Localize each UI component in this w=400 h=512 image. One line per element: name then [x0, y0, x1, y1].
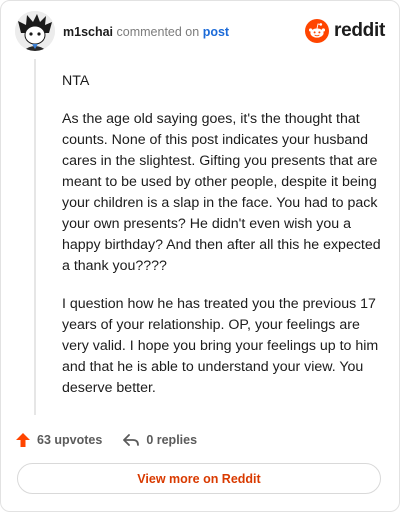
action-text: commented on	[116, 25, 200, 39]
comment-body: NTA As the age old saying goes, it's the…	[62, 71, 382, 416]
comment-actions: 63 upvotes 0 replies	[15, 429, 197, 451]
comment-embed-card: m1schai commented on post reddit NTA As …	[0, 0, 400, 512]
avatar-icon	[15, 11, 55, 51]
view-more-button[interactable]: View more on Reddit	[17, 463, 381, 494]
username[interactable]: m1schai	[63, 25, 113, 39]
post-link[interactable]: post	[203, 25, 229, 39]
author-line: m1schai commented on post	[63, 25, 229, 39]
comment-paragraph: As the age old saying goes, it's the tho…	[62, 111, 381, 274]
comment-paragraph: NTA	[62, 73, 90, 89]
thread-line	[34, 59, 36, 415]
reply-count: 0 replies	[146, 433, 198, 447]
brand-wordmark: reddit	[334, 20, 385, 41]
reply-arrow-icon	[123, 434, 140, 446]
upvote-button[interactable]: 63 upvotes	[15, 432, 102, 448]
avatar[interactable]	[15, 11, 55, 51]
upvote-arrow-icon	[16, 433, 30, 447]
comment-paragraph: I question how he has treated you the pr…	[62, 296, 379, 396]
comment-header: m1schai commented on post reddit	[15, 11, 385, 55]
reddit-brand[interactable]: reddit	[305, 17, 385, 45]
reply-button[interactable]: 0 replies	[122, 432, 197, 448]
reddit-logo-icon	[305, 19, 330, 43]
upvote-count: 63 upvotes	[37, 433, 103, 447]
